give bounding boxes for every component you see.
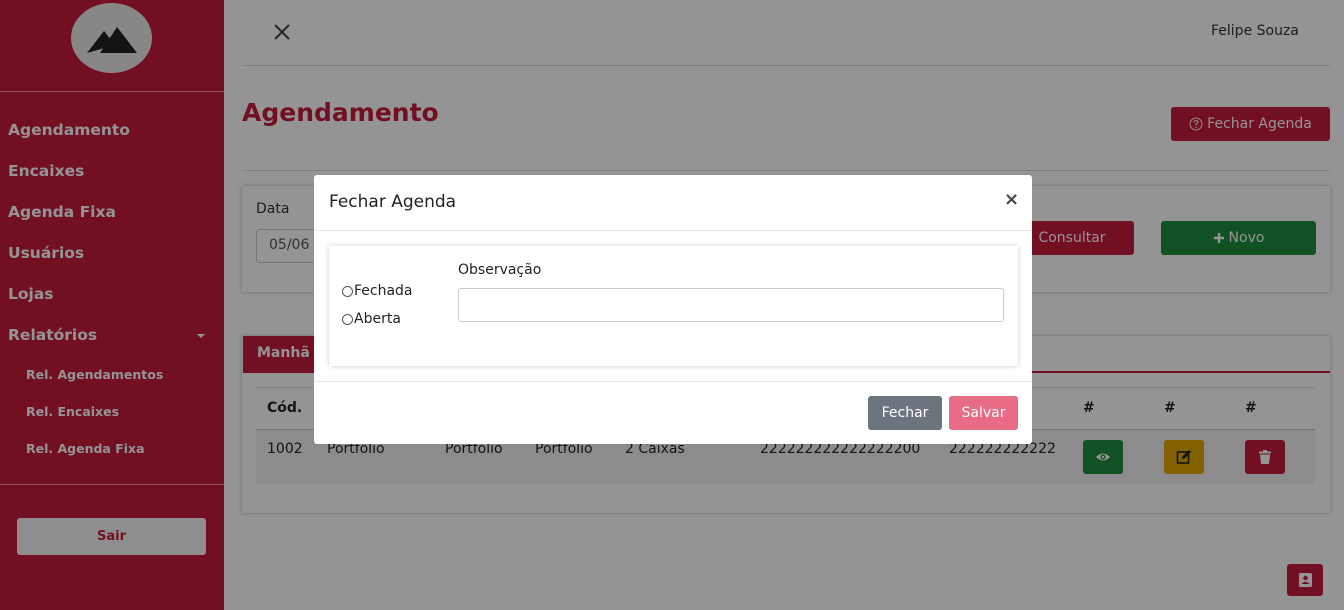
radio-fechada[interactable]: Fechada xyxy=(342,283,413,299)
modal-header-divider xyxy=(314,230,1032,231)
close-agenda-modal: Fechar Agenda × Fechada Aberta Observaçã… xyxy=(314,175,1032,444)
save-button[interactable]: Salvar xyxy=(949,396,1018,430)
modal-close-icon[interactable]: × xyxy=(1004,189,1019,210)
observation-input[interactable] xyxy=(458,288,1004,322)
radio-button[interactable] xyxy=(342,285,353,297)
radio-fechada-label: Fechada xyxy=(354,283,413,299)
modal-footer-divider xyxy=(314,381,1032,382)
cancel-button[interactable]: Fechar xyxy=(868,396,942,430)
radio-button[interactable] xyxy=(342,313,353,325)
radio-aberta-label: Aberta xyxy=(354,311,401,327)
radio-aberta[interactable]: Aberta xyxy=(342,311,401,327)
modal-title: Fechar Agenda xyxy=(329,192,457,212)
observation-label: Observação xyxy=(458,262,542,278)
